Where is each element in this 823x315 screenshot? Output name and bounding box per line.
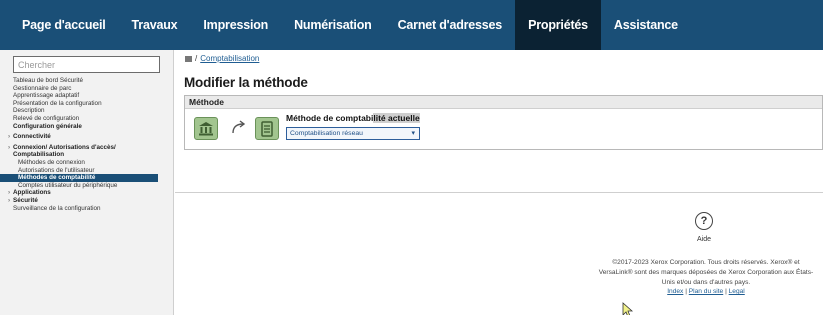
- sidebar-item-adaptive-learning[interactable]: Apprentissage adaptatif: [0, 92, 174, 100]
- panel-header: Méthode: [185, 96, 822, 109]
- tab-print[interactable]: Impression: [190, 0, 281, 50]
- sidebar-item-config-report[interactable]: Relevé de configuration: [0, 115, 174, 123]
- tab-home[interactable]: Page d'accueil: [0, 0, 119, 50]
- mouse-cursor-icon: [622, 302, 634, 315]
- divider: [175, 192, 823, 193]
- sidebar-item-config-watchdog[interactable]: Surveillance de la configuration: [0, 205, 174, 213]
- sidebar-item-general-setup[interactable]: Configuration générale: [0, 123, 174, 131]
- tab-support[interactable]: Assistance: [601, 0, 691, 50]
- swap-arrow-icon: [232, 120, 246, 134]
- help-icon[interactable]: ?: [695, 212, 713, 230]
- current-method-label: Méthode de comptabilité actuelle: [286, 113, 420, 123]
- sidebar-item-config-overview[interactable]: Présentation de la configuration: [0, 100, 174, 108]
- footer-link-separator: |: [725, 288, 727, 295]
- sidebar-item-security[interactable]: Sécurité: [0, 197, 174, 205]
- bank-icon: [194, 117, 218, 140]
- top-nav: Page d'accueil Travaux Impression Numéri…: [0, 0, 823, 50]
- footer-link-sitemap[interactable]: Plan du site: [689, 288, 723, 295]
- sidebar-item-security-dashboard[interactable]: Tableau de bord Sécurité: [0, 77, 174, 85]
- sidebar-item-connectivity[interactable]: Connectivité: [0, 133, 174, 141]
- page-title: Modifier la méthode: [184, 75, 308, 90]
- breadcrumb-sep: /: [195, 54, 198, 63]
- search-input[interactable]: [13, 56, 160, 73]
- footer-link-separator: |: [685, 288, 687, 295]
- help-label[interactable]: Aide: [695, 236, 713, 243]
- method-panel: Méthode Méthode de comptabilité actuelle: [184, 95, 823, 150]
- current-method-label-part1: Méthode de comptabi: [286, 113, 374, 123]
- main-content: / Comptabilisation Modifier la méthode M…: [175, 50, 823, 315]
- breadcrumb: / Comptabilisation: [185, 54, 259, 63]
- sidebar-item-apps[interactable]: Applications: [0, 189, 174, 197]
- home-icon: [185, 55, 192, 62]
- breadcrumb-accounting-link[interactable]: Comptabilisation: [200, 54, 259, 63]
- footer-copyright: ©2017-2023 Xerox Corporation. Tous droit…: [598, 259, 814, 286]
- sidebar-item-description[interactable]: Description: [0, 107, 174, 115]
- sidebar-item-device-user-accounts[interactable]: Comptes utilisateur du périphérique: [0, 182, 174, 190]
- tab-properties[interactable]: Propriétés: [515, 0, 601, 50]
- sidebar-item-accounting-group[interactable]: Comptabilisation: [0, 151, 174, 159]
- sidebar-item-accounting-methods[interactable]: Méthodes de comptabilité: [0, 174, 158, 182]
- device-icon: [255, 117, 279, 140]
- sidebar: Tableau de bord Sécurité Gestionnaire de…: [0, 50, 174, 315]
- current-method-label-part2: lité actuelle: [373, 113, 420, 123]
- sidebar-item-fleet-manager[interactable]: Gestionnaire de parc: [0, 85, 174, 93]
- sidebar-menu: Tableau de bord Sécurité Gestionnaire de…: [0, 77, 174, 212]
- tab-scan[interactable]: Numérisation: [281, 0, 384, 50]
- accounting-method-select[interactable]: Comptabilisation réseau ▾: [286, 127, 420, 140]
- sidebar-item-login-permissions[interactable]: Connexion/ Autorisations d'accès/: [0, 144, 174, 152]
- sidebar-item-login-methods[interactable]: Méthodes de connexion: [0, 159, 174, 167]
- tab-jobs[interactable]: Travaux: [119, 0, 191, 50]
- footer-link-index[interactable]: Index: [667, 288, 683, 295]
- footer-link-legal[interactable]: Legal: [729, 288, 745, 295]
- sidebar-item-user-permissions[interactable]: Autorisations de l'utilisateur: [0, 167, 174, 175]
- select-value: Comptabilisation réseau: [290, 130, 363, 137]
- tab-address-book[interactable]: Carnet d'adresses: [385, 0, 516, 50]
- footer-links: Index | Plan du site | Legal: [595, 288, 817, 295]
- chevron-down-icon: ▾: [411, 130, 415, 137]
